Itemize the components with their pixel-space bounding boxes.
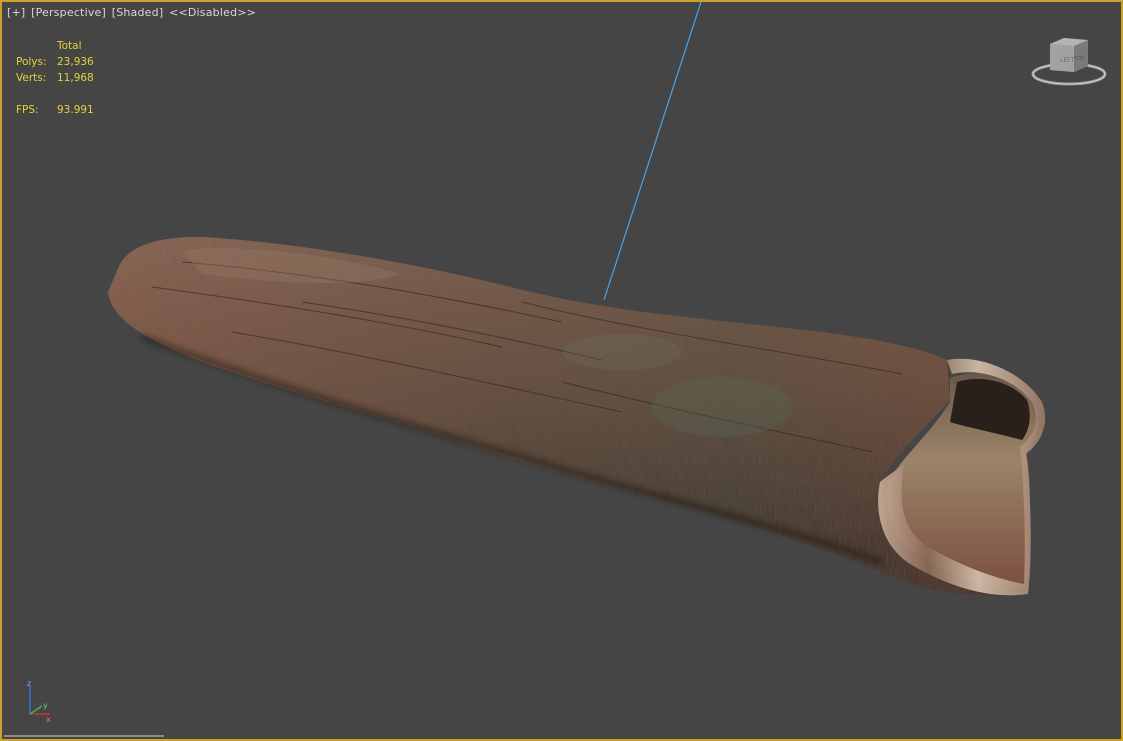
polys-value: 23,936 (57, 56, 94, 68)
viewport-view-menu[interactable]: [Perspective] (31, 6, 106, 19)
axis-x-label: x (46, 715, 51, 722)
viewcube-face-label: LEFT (1060, 57, 1074, 64)
viewport-scroll-strip[interactable] (4, 735, 164, 737)
viewcube-icon[interactable]: LEFT TOP (1030, 36, 1108, 90)
light-target-line (603, 2, 702, 301)
axis-tripod-icon: z y x (27, 679, 51, 722)
log-model (108, 237, 1046, 596)
polys-label: Polys: (16, 56, 47, 68)
viewport-status-label[interactable]: <<Disabled>> (169, 6, 256, 19)
viewport-scene[interactable] (2, 2, 1123, 741)
viewport-general-menu[interactable]: [+] (7, 6, 25, 19)
verts-value: 11,968 (57, 72, 94, 84)
viewport-shading-menu[interactable]: [Shaded] (112, 6, 164, 19)
viewcube-top-label: TOP (1073, 56, 1084, 62)
perspective-viewport[interactable]: [+] [Perspective] [Shaded] <<Disabled>> … (0, 0, 1123, 741)
viewport-statistics: Total Polys: 23,936 Verts: 11,968 FPS: 9… (16, 38, 94, 118)
fps-value: 93.991 (57, 104, 94, 116)
axis-z-label: z (27, 679, 31, 688)
viewport-label-menu: [+] [Perspective] [Shaded] <<Disabled>> (7, 6, 258, 19)
axis-y-label: y (43, 701, 48, 710)
fps-label: FPS: (16, 104, 39, 116)
verts-label: Verts: (16, 72, 47, 84)
stats-header: Total (57, 40, 82, 52)
